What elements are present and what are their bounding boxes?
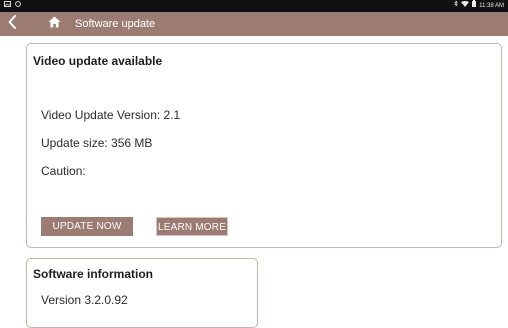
caution-label: Caution: [41, 164, 86, 178]
app-toolbar: Software update [0, 12, 508, 36]
battery-icon [472, 0, 477, 12]
software-version: Version 3.2.0.92 [41, 293, 128, 307]
update-size: Update size: 356 MB [41, 136, 153, 150]
home-icon [48, 15, 61, 33]
record-icon [15, 0, 21, 12]
bluetooth-icon [454, 0, 458, 12]
video-update-card: Video update available Video Update Vers… [26, 43, 502, 248]
status-left-icons [4, 0, 21, 12]
update-now-button[interactable]: UPDATE NOW [41, 217, 133, 236]
software-information-card: Software information Version 3.2.0.92 [26, 258, 258, 328]
status-right-icons: 11:38 AM [454, 0, 504, 12]
page-title: Software update [75, 18, 156, 30]
wifi-icon [461, 0, 470, 12]
chevron-left-icon [8, 14, 16, 34]
home-button[interactable] [46, 15, 62, 33]
video-update-version: Video Update Version: 2.1 [41, 108, 181, 122]
software-information-heading: Software information [33, 267, 154, 281]
learn-more-button[interactable]: LEARN MORE [156, 217, 228, 236]
status-bar: 11:38 AM [0, 0, 508, 12]
gallery-icon [4, 0, 11, 12]
status-time: 11:38 AM [479, 3, 504, 9]
video-update-heading: Video update available [33, 54, 163, 68]
back-button[interactable] [4, 14, 20, 34]
